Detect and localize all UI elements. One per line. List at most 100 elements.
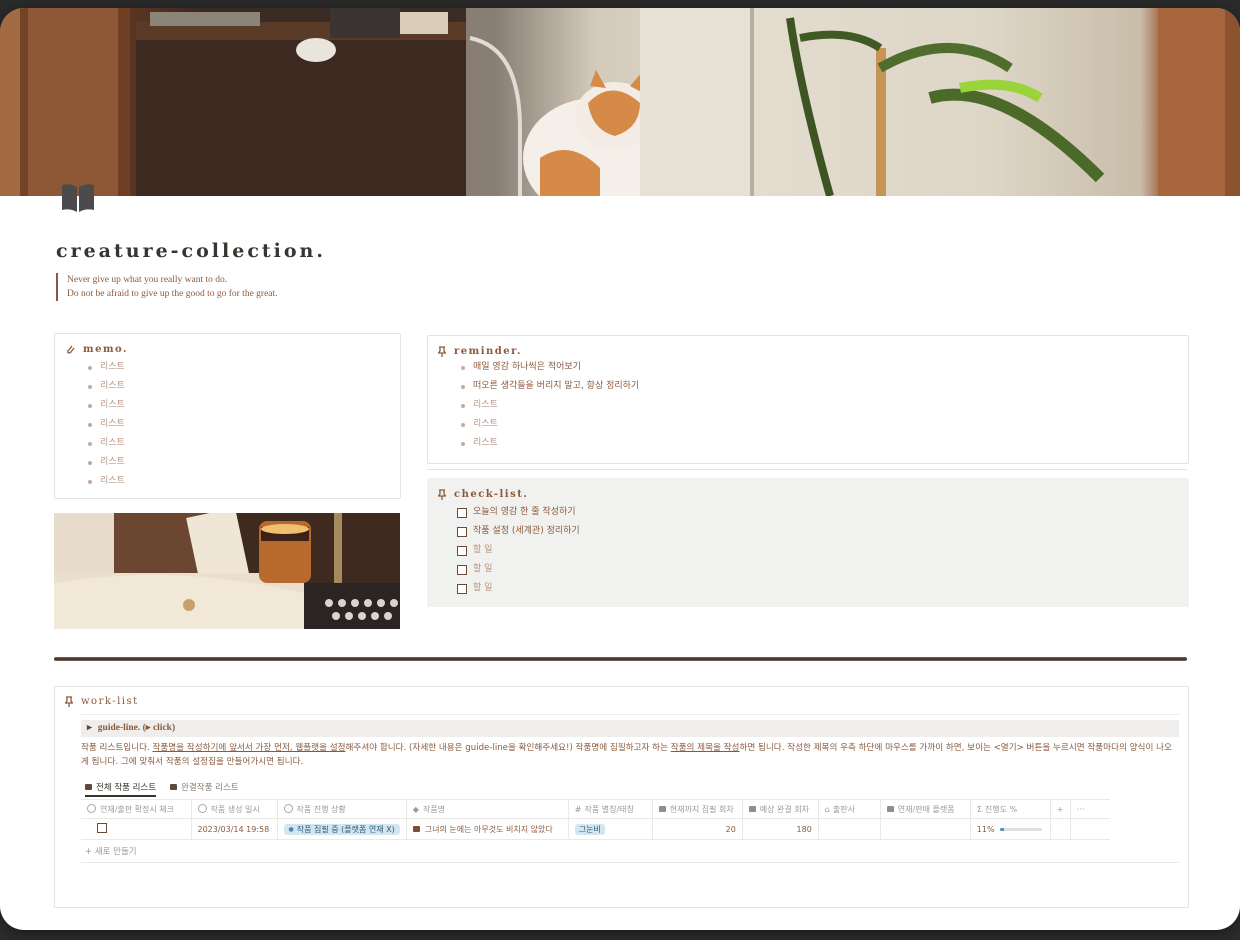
checklist-item[interactable]: 할 일: [457, 541, 580, 560]
memo-callout[interactable]: memo. 리스트 리스트 리스트 리스트 리스트 리스트 리스트: [54, 333, 401, 499]
works-table: 연재/출판 확정시 체크 작품 생성 일시 작품 진행 상황 ◆ 작품명 # 작품 …: [81, 799, 1111, 840]
sigma-icon: Σ: [976, 804, 982, 814]
column-label: 연재/판매 플랫폼: [897, 804, 955, 814]
check-cell[interactable]: [81, 818, 192, 840]
book-icon[interactable]: [60, 182, 96, 214]
checklist-title: check-list.: [454, 489, 529, 500]
column-header[interactable]: 현재까지 집필 회차: [652, 799, 743, 819]
add-column-button[interactable]: +: [1050, 799, 1071, 819]
checkbox[interactable]: [457, 507, 467, 518]
column-header[interactable]: 작품 진행 상황: [277, 799, 407, 819]
status-tag: 작품 집필 중 (플랫폼 연재 X): [283, 823, 400, 835]
status-icon: [283, 803, 293, 813]
reminder-callout[interactable]: reminder. 매일 영감 하나씩은 적어보기 떠오른 생각들을 버리지 말…: [427, 335, 1189, 464]
alias-tag: 그눈비: [574, 823, 605, 835]
reminder-item[interactable]: 리스트: [458, 415, 639, 434]
worklist-callout[interactable]: work-list ▸ guide-line. (▸ click) 작품 리스트입…: [54, 686, 1189, 908]
checklist-label: 작품 설정 (세계관) 정리하기: [473, 526, 580, 536]
more-options-button[interactable]: ···: [1070, 799, 1111, 819]
memo-item[interactable]: 리스트: [85, 472, 125, 491]
desc-text: 해주셔야 합니다. (자세한 내용은 guide-line을 확인해주세요!) …: [345, 743, 671, 753]
column-label: 작품 별칭/태칭: [584, 804, 634, 814]
memo-item[interactable]: 리스트: [85, 396, 125, 415]
brush-divider: [54, 657, 1187, 661]
quote-line: Do not be afraid to give up the good to …: [67, 289, 278, 299]
table-row[interactable]: 2023/03/14 19:58 작품 집필 중 (플랫폼 연재 X) 그녀의 …: [81, 818, 1111, 840]
toggle-triangle-icon[interactable]: ▸: [87, 723, 92, 733]
guide-label: guide-line. (▸ click): [97, 723, 176, 733]
checkbox[interactable]: [457, 583, 467, 594]
column-label: 예상 완결 회차: [759, 804, 810, 814]
guide-line-toggle[interactable]: ▸ guide-line. (▸ click): [81, 720, 1179, 737]
column-header[interactable]: Σ 진행도 %: [970, 799, 1051, 819]
tab-all-works[interactable]: 전체 작품 리스트: [85, 779, 157, 797]
progress-cell[interactable]: 11%: [970, 818, 1051, 840]
written-cell[interactable]: 20: [652, 818, 743, 840]
name-cell[interactable]: 그녀의 눈에는 아무것도 비치지 않았다: [406, 818, 569, 840]
column-header[interactable]: 연재/출판 확정시 체크: [81, 799, 192, 819]
progress-label: 11%: [976, 824, 995, 834]
new-row-button[interactable]: + 새로 만들기: [85, 845, 137, 857]
document-icon: [748, 805, 756, 812]
laptop-icon: [886, 805, 894, 812]
book-icon: [85, 784, 92, 790]
column-header[interactable]: ◆ 작품명: [406, 799, 569, 819]
clock-icon: [197, 803, 207, 813]
checkbox-icon: [87, 803, 96, 813]
book-icon: [658, 805, 666, 812]
checklist-item[interactable]: 오늘의 영감 한 줄 작성하기: [457, 503, 580, 522]
memo-item[interactable]: 리스트: [85, 377, 125, 396]
memo-item[interactable]: 리스트: [85, 453, 125, 472]
column-header[interactable]: # 작품 별칭/태칭: [568, 799, 653, 819]
view-tabs: 전체 작품 리스트 완결작품 리스트: [85, 779, 239, 797]
checklist-callout[interactable]: check-list. 오늘의 영감 한 줄 작성하기 작품 설정 (세계관) …: [427, 478, 1189, 607]
building-icon: ⌂: [824, 804, 830, 814]
tag-icon: ◆: [412, 804, 419, 814]
work-title[interactable]: 그녀의 눈에는 아무것도 비치지 않았다: [425, 825, 553, 834]
checkbox[interactable]: [457, 545, 467, 556]
divider-line: [427, 469, 1187, 470]
platform-cell[interactable]: [880, 818, 971, 840]
column-header[interactable]: 작품 생성 일시: [191, 799, 278, 819]
page-title[interactable]: creature-collection.: [56, 240, 326, 262]
progress-fill: [999, 827, 1005, 831]
publisher-cell[interactable]: [818, 818, 881, 840]
created-cell[interactable]: 2023/03/14 19:58: [191, 818, 278, 840]
column-label: 연재/출판 확정시 체크: [100, 804, 175, 814]
checklist-label: 할 일: [473, 583, 493, 593]
expected-cell[interactable]: 180: [742, 818, 819, 840]
column-header[interactable]: 예상 완결 회차: [742, 799, 819, 819]
checklist-item[interactable]: 작품 설정 (세계관) 정리하기: [457, 522, 580, 541]
checkbox[interactable]: [457, 564, 467, 575]
worklist-description: 작품 리스트입니다. 작품명을 작성하기에 앞서서 가장 먼저, 웹플랫을 설정…: [81, 741, 1179, 769]
checklist-item[interactable]: 할 일: [457, 579, 580, 598]
reminder-title: reminder.: [454, 346, 522, 357]
memo-title: memo.: [83, 344, 128, 355]
checkbox[interactable]: [97, 823, 107, 833]
paperclip-icon: [67, 345, 75, 354]
quote-block[interactable]: Never give up what you really want to do…: [56, 273, 278, 301]
memo-item[interactable]: 리스트: [85, 358, 125, 377]
empty-cell: [1070, 818, 1111, 840]
desc-underlined: 작품의 제목을 작성: [670, 743, 740, 753]
memo-item[interactable]: 리스트: [85, 434, 125, 453]
worklist-title[interactable]: work-list: [81, 696, 139, 707]
column-header[interactable]: 연재/판매 플랫폼: [880, 799, 971, 819]
checkbox[interactable]: [457, 526, 467, 537]
cover-image[interactable]: [0, 8, 1240, 196]
memo-item[interactable]: 리스트: [85, 415, 125, 434]
checklist-item[interactable]: 할 일: [457, 560, 580, 579]
empty-cell: [1050, 818, 1071, 840]
book-icon: [412, 825, 420, 832]
reminder-item[interactable]: 리스트: [458, 396, 639, 415]
desk-photo[interactable]: [54, 513, 400, 629]
column-label: 현재까지 집필 회차: [669, 804, 734, 814]
column-label: 작품 생성 일시: [210, 804, 260, 814]
reminder-item[interactable]: 매일 영감 하나씩은 적어보기: [458, 358, 639, 377]
column-header[interactable]: ⌂ 출판사: [818, 799, 881, 819]
status-cell[interactable]: 작품 집필 중 (플랫폼 연재 X): [277, 818, 407, 840]
tab-completed-works[interactable]: 완결작품 리스트: [170, 779, 239, 795]
alias-cell[interactable]: 그눈비: [568, 818, 653, 840]
reminder-item[interactable]: 떠오른 생각들을 버리지 말고, 항상 정리하기: [458, 377, 639, 396]
reminder-item[interactable]: 리스트: [458, 434, 639, 453]
